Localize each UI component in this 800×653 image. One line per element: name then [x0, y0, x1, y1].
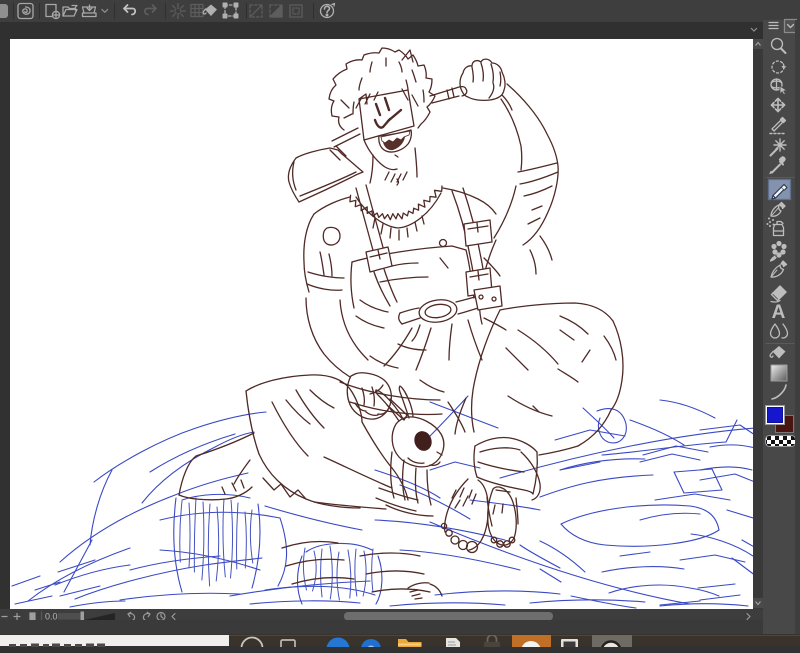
svg-text:A: A: [772, 302, 786, 323]
